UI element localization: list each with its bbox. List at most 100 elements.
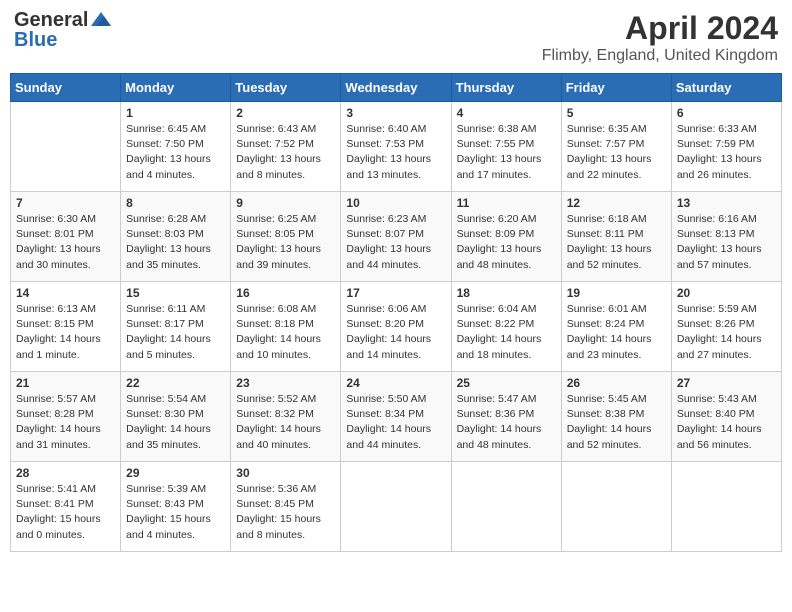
sunset: Sunset: 8:38 PM xyxy=(567,408,645,420)
daylight: Daylight: 13 hours and 4 minutes. xyxy=(126,153,211,180)
day-info: Sunrise: 6:45 AM Sunset: 7:50 PM Daylight:… xyxy=(126,122,225,183)
daylight: Daylight: 13 hours and 39 minutes. xyxy=(236,243,321,270)
daylight: Daylight: 14 hours and 10 minutes. xyxy=(236,333,321,360)
calendar-cell: 29Sunrise: 5:39 AMSunset: 8:43 PMDayligh… xyxy=(121,462,231,552)
sunset: Sunset: 8:26 PM xyxy=(677,318,755,330)
day-info: Sunrise: 6:16 AMSunset: 8:13 PMDaylight:… xyxy=(677,212,776,273)
calendar-cell: 23Sunrise: 5:52 AMSunset: 8:32 PMDayligh… xyxy=(231,372,341,462)
calendar-week-row: 1 Sunrise: 6:45 AM Sunset: 7:50 PM Daylight… xyxy=(11,102,782,192)
calendar-table: SundayMondayTuesdayWednesdayThursdayFrid… xyxy=(10,73,782,552)
day-info: Sunrise: 5:50 AMSunset: 8:34 PMDaylight:… xyxy=(346,392,445,453)
sunrise: Sunrise: 6:30 AM xyxy=(16,213,96,225)
sunrise: Sunrise: 6:33 AM xyxy=(677,123,757,135)
calendar-cell: 22Sunrise: 5:54 AMSunset: 8:30 PMDayligh… xyxy=(121,372,231,462)
day-info: Sunrise: 6:35 AMSunset: 7:57 PMDaylight:… xyxy=(567,122,666,183)
calendar-cell: 24 Sunrise: 5:50 AMSunset: 8:34 PMDayligh… xyxy=(341,372,451,462)
sunrise: Sunrise: 6:18 AM xyxy=(567,213,647,225)
day-of-week-header: Sunday xyxy=(11,74,121,102)
daylight: Daylight: 13 hours and 26 minutes. xyxy=(677,153,762,180)
daylight: Daylight: 14 hours and 31 minutes. xyxy=(16,423,101,450)
sunset: Sunset: 8:07 PM xyxy=(346,228,424,240)
day-number: 15 xyxy=(126,286,225,300)
day-info: Sunrise: 6:08 AM Sunset: 8:18 PM Daylight:… xyxy=(236,302,335,363)
sunrise: Sunrise: 6:43 AM xyxy=(236,123,316,135)
calendar-cell: 2Sunrise: 6:43 AMSunset: 7:52 PMDaylight… xyxy=(231,102,341,192)
month-title: April 2024 xyxy=(542,10,778,47)
day-info: Sunrise: 5:59 AMSunset: 8:26 PMDaylight:… xyxy=(677,302,776,363)
sunrise: Sunrise: 6:11 AM xyxy=(126,303,205,315)
day-number: 9 xyxy=(236,196,335,210)
day-info: Sunrise: 6:18 AMSunset: 8:11 PMDaylight:… xyxy=(567,212,666,273)
day-number: 24 xyxy=(346,376,445,390)
sunrise: Sunrise: 6:16 AM xyxy=(677,213,757,225)
daylight: Daylight: 14 hours and 27 minutes. xyxy=(677,333,762,360)
sunset: Sunset: 8:20 PM xyxy=(346,318,424,330)
sunset: Sunset: 8:24 PM xyxy=(567,318,645,330)
sunset: Sunset: 8:09 PM xyxy=(457,228,535,240)
day-of-week-header: Thursday xyxy=(451,74,561,102)
calendar-cell: 4Sunrise: 6:38 AMSunset: 7:55 PMDaylight… xyxy=(451,102,561,192)
daylight: Daylight: 14 hours and 48 minutes. xyxy=(457,423,542,450)
day-info: Sunrise: 5:39 AMSunset: 8:43 PMDaylight:… xyxy=(126,482,225,543)
daylight: Daylight: 15 hours and 8 minutes. xyxy=(236,513,321,540)
calendar-cell: 19Sunrise: 6:01 AMSunset: 8:24 PMDayligh… xyxy=(561,282,671,372)
day-info: Sunrise: 6:43 AMSunset: 7:52 PMDaylight:… xyxy=(236,122,335,183)
daylight: Daylight: 15 hours and 4 minutes. xyxy=(126,513,211,540)
day-info: Sunrise: 6:40 AMSunset: 7:53 PMDaylight:… xyxy=(346,122,445,183)
day-of-week-header: Friday xyxy=(561,74,671,102)
sunrise: Sunrise: 6:08 AM xyxy=(236,303,316,315)
sunset: Sunset: 7:57 PM xyxy=(567,138,645,150)
day-number: 1 xyxy=(126,106,225,120)
sunrise: Sunrise: 5:43 AM xyxy=(677,393,757,405)
day-info: Sunrise: 5:47 AMSunset: 8:36 PMDaylight:… xyxy=(457,392,556,453)
day-number: 26 xyxy=(567,376,666,390)
day-number: 3 xyxy=(346,106,445,120)
calendar-cell: 9 Sunrise: 6:25 AMSunset: 8:05 PMDaylight… xyxy=(231,192,341,282)
day-info: Sunrise: 5:54 AMSunset: 8:30 PMDaylight:… xyxy=(126,392,225,453)
day-info: Sunrise: 5:57 AMSunset: 8:28 PMDaylight:… xyxy=(16,392,115,453)
page-header: General Blue April 2024 Flimby, England,… xyxy=(10,10,782,65)
calendar-cell xyxy=(561,462,671,552)
daylight: Daylight: 14 hours and 52 minutes. xyxy=(567,423,652,450)
day-number: 20 xyxy=(677,286,776,300)
day-number: 7 xyxy=(16,196,115,210)
sunrise: Sunrise: 5:41 AM xyxy=(16,483,96,495)
day-number: 11 xyxy=(457,196,556,210)
daylight: Daylight: 13 hours and 30 minutes. xyxy=(16,243,101,270)
daylight: Daylight: 14 hours and 5 minutes. xyxy=(126,333,211,360)
sunset: Sunset: 7:50 PM xyxy=(126,138,204,150)
logo-general-text: General xyxy=(14,10,88,30)
calendar-cell xyxy=(11,102,121,192)
daylight: Daylight: 13 hours and 8 minutes. xyxy=(236,153,321,180)
daylight: Daylight: 13 hours and 52 minutes. xyxy=(567,243,652,270)
daylight: Daylight: 14 hours and 23 minutes. xyxy=(567,333,652,360)
day-info: Sunrise: 6:38 AMSunset: 7:55 PMDaylight:… xyxy=(457,122,556,183)
title-block: April 2024 Flimby, England, United Kingd… xyxy=(542,10,778,65)
day-of-week-header: Saturday xyxy=(671,74,781,102)
day-info: Sunrise: 6:23 AMSunset: 8:07 PMDaylight:… xyxy=(346,212,445,273)
sunset: Sunset: 8:03 PM xyxy=(126,228,204,240)
calendar-cell: 16Sunrise: 6:08 AMSunset: 8:18 PMDayligh… xyxy=(231,282,341,372)
calendar-cell: 7Sunrise: 6:30 AMSunset: 8:01 PMDaylight… xyxy=(11,192,121,282)
sunset: Sunset: 8:30 PM xyxy=(126,408,204,420)
day-number: 8 xyxy=(126,196,225,210)
day-number: 10 xyxy=(346,196,445,210)
daylight: Daylight: 14 hours and 18 minutes. xyxy=(457,333,542,360)
calendar-week-row: 7Sunrise: 6:30 AMSunset: 8:01 PMDaylight… xyxy=(11,192,782,282)
calendar-header-row: SundayMondayTuesdayWednesdayThursdayFrid… xyxy=(11,74,782,102)
sunset: Sunset: 8:32 PM xyxy=(236,408,314,420)
sunrise: Sunrise: 6:45 AM xyxy=(126,123,206,135)
day-number: 14 xyxy=(16,286,115,300)
sunrise: Sunrise: 5:45 AM xyxy=(567,393,647,405)
day-number: 17 xyxy=(346,286,445,300)
sunset: Sunset: 8:18 PM xyxy=(236,318,314,330)
calendar-cell: 11Sunrise: 6:20 AMSunset: 8:09 PMDayligh… xyxy=(451,192,561,282)
calendar-cell: 21Sunrise: 5:57 AMSunset: 8:28 PMDayligh… xyxy=(11,372,121,462)
calendar-cell: 6Sunrise: 6:33 AMSunset: 7:59 PMDaylight… xyxy=(671,102,781,192)
calendar-cell: 14 Sunrise: 6:13 AMSunset: 8:15 PMDayligh… xyxy=(11,282,121,372)
day-info: Sunrise: 6:25 AMSunset: 8:05 PMDaylight:… xyxy=(236,212,335,273)
sunset: Sunset: 8:13 PM xyxy=(677,228,755,240)
day-info: Sunrise: 6:13 AMSunset: 8:15 PMDaylight:… xyxy=(16,302,115,363)
sunrise: Sunrise: 6:38 AM xyxy=(457,123,537,135)
sunrise: Sunrise: 6:20 AM xyxy=(457,213,537,225)
